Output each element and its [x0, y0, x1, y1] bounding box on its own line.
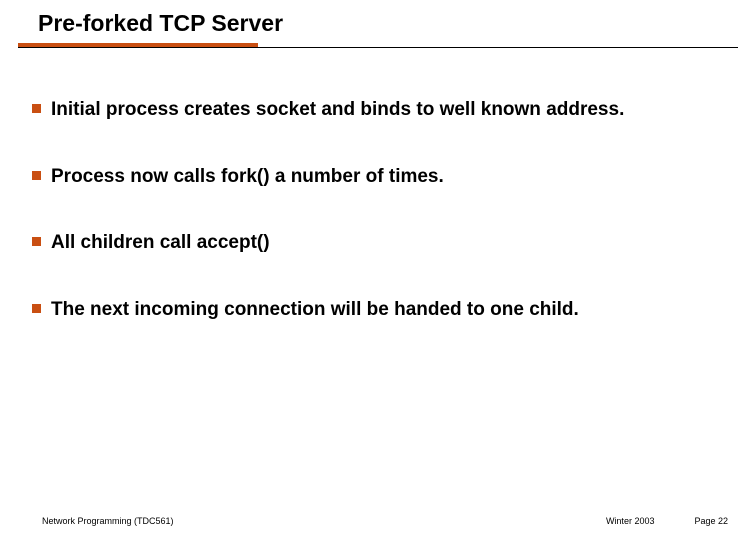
square-bullet-icon: [32, 171, 41, 180]
bullet-text: Process now calls fork() a number of tim…: [51, 165, 444, 190]
bullet-item: All children call accept(): [32, 231, 724, 256]
bullet-item: The next incoming connection will be han…: [32, 298, 724, 323]
slide-footer: Network Programming (TDC561) Winter 2003…: [0, 516, 756, 526]
footer-course: Network Programming (TDC561): [42, 516, 174, 526]
bullet-item: Initial process creates socket and binds…: [32, 98, 724, 123]
title-rule-line: [18, 47, 738, 48]
footer-term: Winter 2003: [606, 516, 655, 526]
bullet-item: Process now calls fork() a number of tim…: [32, 165, 724, 190]
footer-right: Winter 2003 Page 22: [606, 516, 728, 526]
footer-page: Page 22: [694, 516, 728, 526]
bullet-text: All children call accept(): [51, 231, 270, 256]
square-bullet-icon: [32, 104, 41, 113]
title-rule: [18, 43, 738, 48]
slide-content: Initial process creates socket and binds…: [0, 48, 756, 323]
slide-header: Pre-forked TCP Server: [0, 0, 756, 43]
bullet-text: Initial process creates socket and binds…: [51, 98, 624, 123]
square-bullet-icon: [32, 304, 41, 313]
square-bullet-icon: [32, 237, 41, 246]
bullet-text: The next incoming connection will be han…: [51, 298, 579, 323]
slide-title: Pre-forked TCP Server: [38, 10, 756, 43]
